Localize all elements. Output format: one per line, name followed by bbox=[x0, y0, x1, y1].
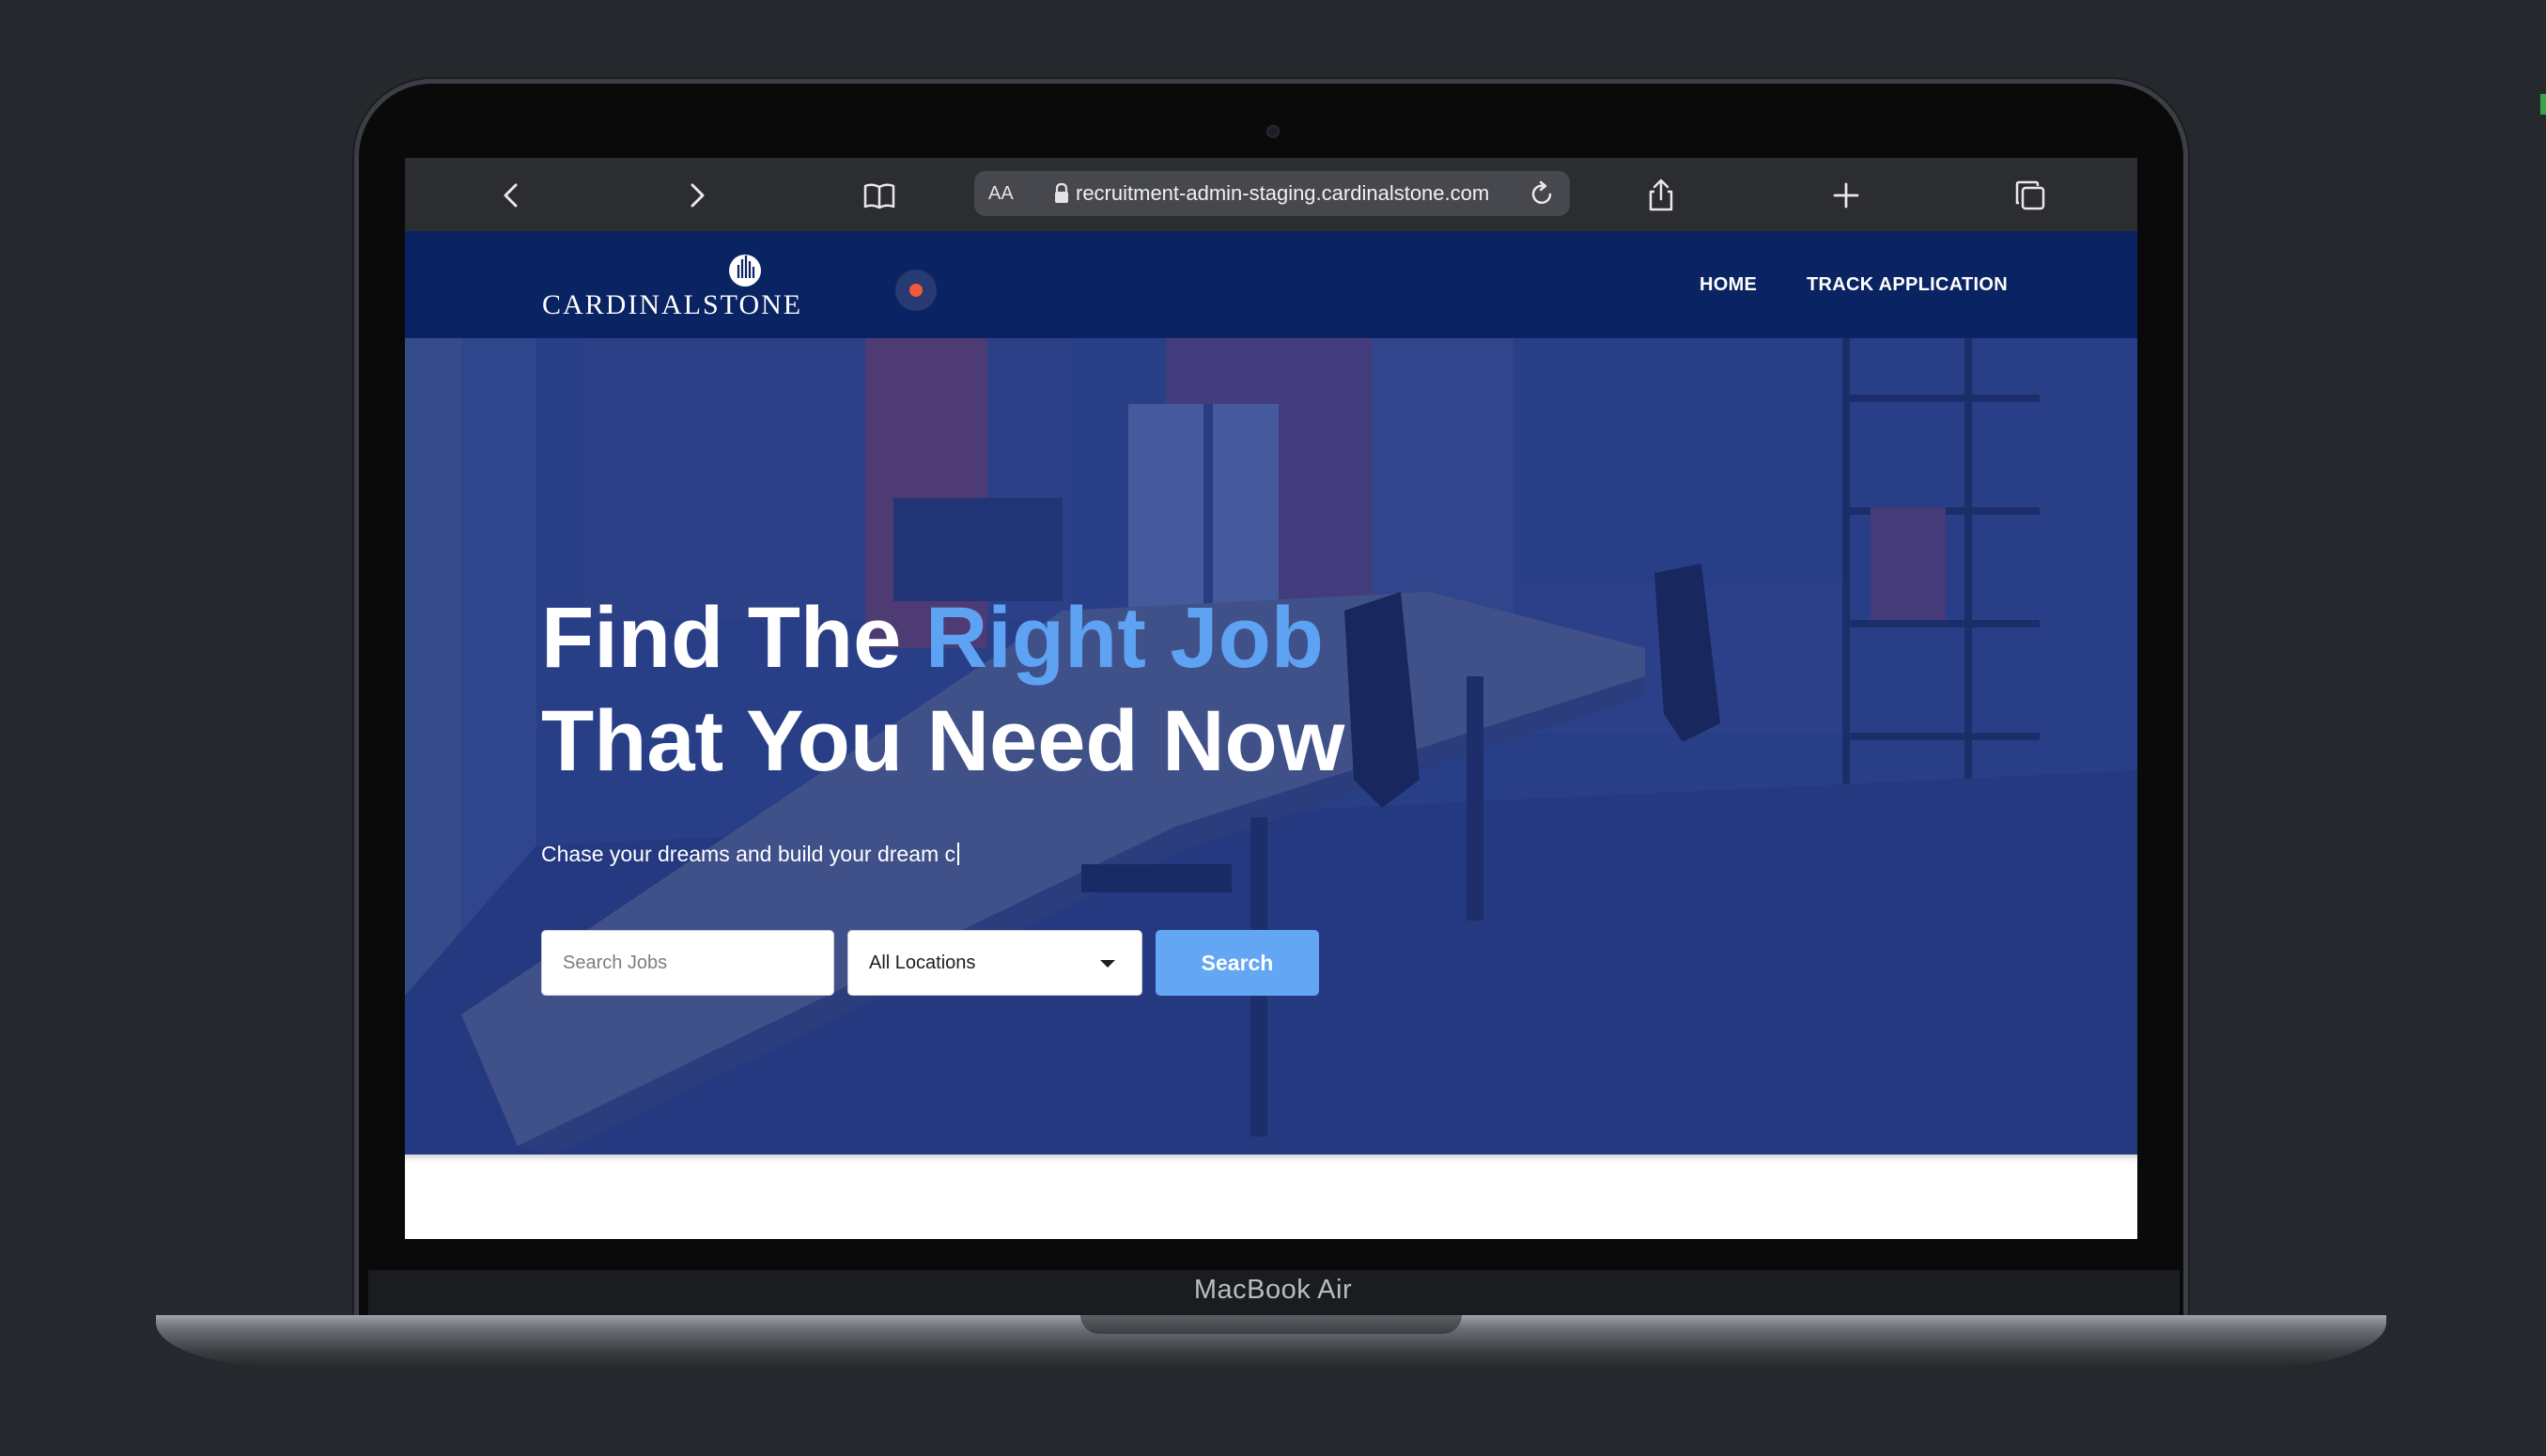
chevron-down-icon bbox=[1100, 960, 1115, 968]
screen: AA recruitment-admin-staging.cardinalsto… bbox=[405, 158, 2137, 1239]
hero-subtitle-text: Chase your dreams and build your dream c bbox=[541, 842, 956, 866]
site-logo[interactable]: CARDINALSTONE bbox=[542, 246, 800, 325]
logo-emblem bbox=[729, 255, 761, 287]
text-size-button[interactable]: AA bbox=[988, 183, 1014, 205]
hero-title-accent: Right Job bbox=[924, 590, 1324, 686]
site-header: CARDINALSTONE HOME TRACK APPLICATION bbox=[405, 231, 2137, 338]
browser-toolbar: AA recruitment-admin-staging.cardinalsto… bbox=[405, 158, 2137, 231]
back-icon[interactable] bbox=[493, 177, 531, 214]
page-content-area bbox=[405, 1154, 2137, 1239]
record-indicator bbox=[895, 270, 937, 311]
bookmarks-icon[interactable] bbox=[861, 177, 898, 214]
hero-title-line2: That You Need Now bbox=[541, 693, 1345, 789]
location-select[interactable]: All Locations bbox=[847, 930, 1142, 996]
url-text[interactable]: recruitment-admin-staging.cardinalstone.… bbox=[1076, 181, 1489, 206]
logo-text: CARDINALSTONE bbox=[542, 289, 803, 320]
hero-subtitle: Chase your dreams and build your dream c bbox=[541, 842, 960, 867]
edge-indicator bbox=[2540, 94, 2546, 115]
search-button[interactable]: Search bbox=[1156, 930, 1319, 996]
typing-caret bbox=[957, 843, 960, 865]
location-select-value: All Locations bbox=[869, 953, 976, 973]
device-label: MacBook Air bbox=[1193, 1275, 1353, 1305]
share-icon[interactable] bbox=[1642, 177, 1680, 214]
new-tab-icon[interactable] bbox=[1827, 177, 1865, 214]
nav-track-application[interactable]: TRACK APPLICATION bbox=[1807, 274, 2008, 296]
hero-section: Find The Right Job That You Need Now Cha… bbox=[405, 338, 2137, 1154]
hero-title-part1: Find The bbox=[541, 590, 925, 686]
forward-icon[interactable] bbox=[677, 177, 715, 214]
camera-icon bbox=[1266, 125, 1280, 138]
laptop-notch bbox=[1080, 1315, 1462, 1334]
lock-icon bbox=[1055, 182, 1068, 203]
search-jobs-input[interactable] bbox=[541, 930, 834, 996]
nav-home[interactable]: HOME bbox=[1700, 274, 1757, 296]
hero-title: Find The Right Job That You Need Now bbox=[541, 586, 1344, 793]
tabs-icon[interactable] bbox=[2011, 177, 2049, 214]
address-bar[interactable]: AA recruitment-admin-staging.cardinalsto… bbox=[974, 171, 1570, 216]
reload-icon[interactable] bbox=[1527, 178, 1557, 209]
